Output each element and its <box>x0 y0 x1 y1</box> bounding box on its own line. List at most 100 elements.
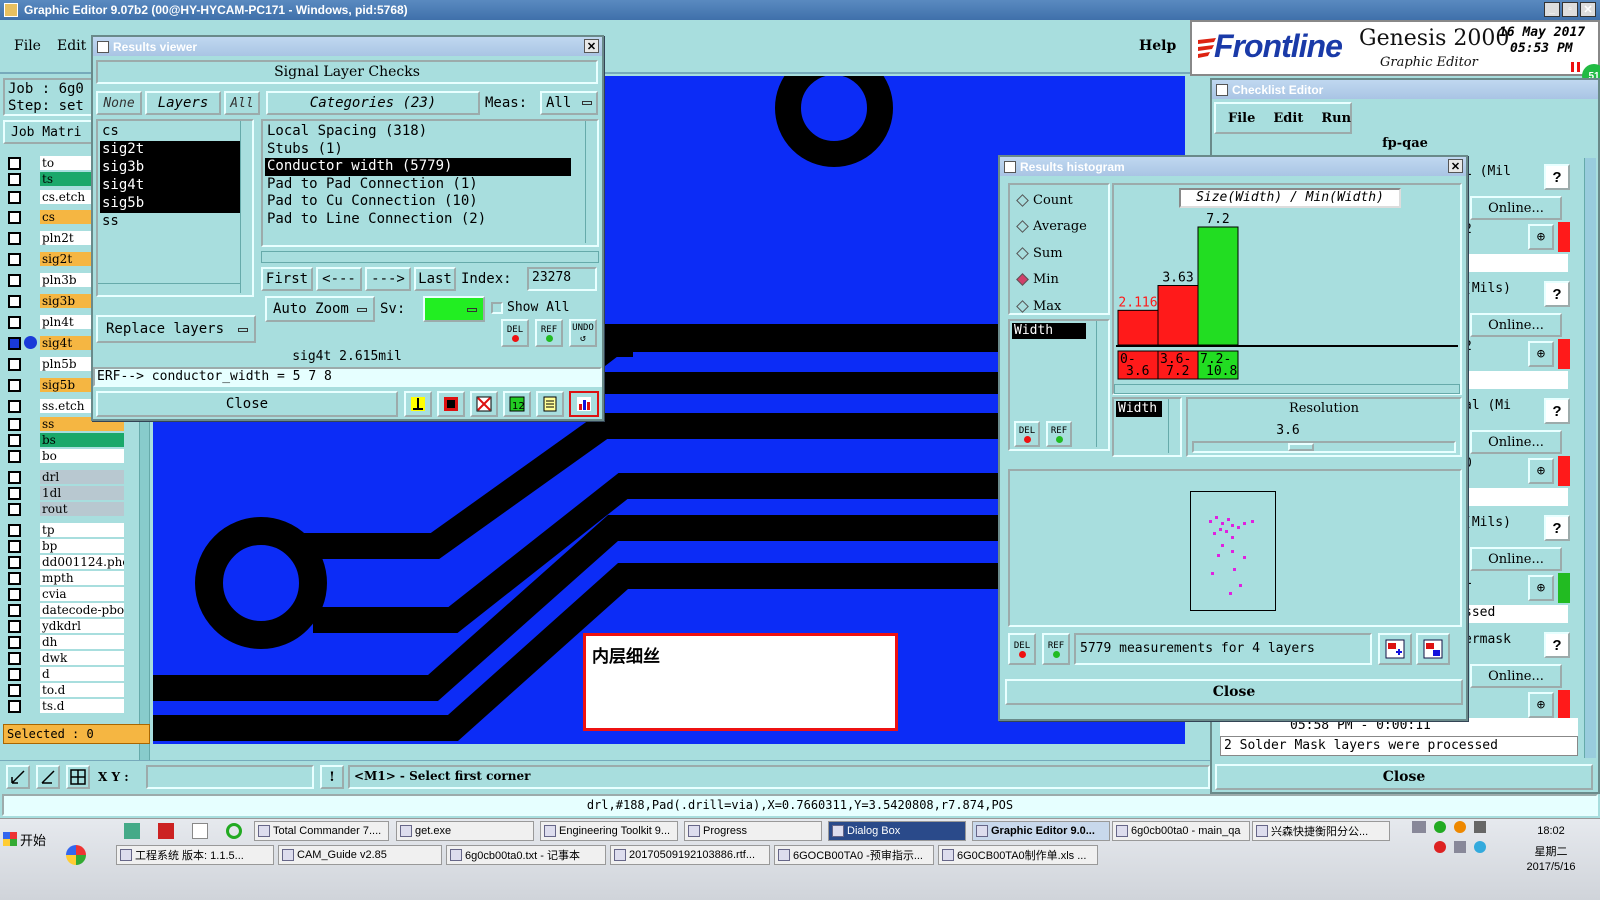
tool-delete-icon[interactable] <box>470 391 498 417</box>
category-scrollbar[interactable] <box>585 121 597 243</box>
category-item[interactable]: Stubs (1) <box>265 141 571 159</box>
distribution-map[interactable] <box>1190 491 1276 611</box>
tray-green-icon[interactable] <box>1434 821 1446 833</box>
help-question-icon[interactable]: ? <box>1544 281 1570 307</box>
results-layer-item[interactable]: sig5b <box>100 195 240 213</box>
all-layers-button[interactable]: All <box>224 91 260 115</box>
sv-color-select[interactable] <box>423 296 485 322</box>
layer-checkbox[interactable] <box>8 252 21 266</box>
tool-layer-icon[interactable] <box>437 391 465 417</box>
resolution-slider-handle[interactable] <box>1288 443 1314 451</box>
zoom-magnifier-icon[interactable]: ⊕ <box>1528 458 1554 484</box>
taskbar-item[interactable]: Engineering Toolkit 9... <box>540 821 678 841</box>
layer-row-dwk[interactable]: dwk <box>8 651 124 665</box>
layer-row-d[interactable]: d <box>8 667 124 681</box>
layer-checkbox[interactable] <box>8 486 21 500</box>
category-hscrollbar[interactable] <box>261 251 599 263</box>
prev-button[interactable]: <--- <box>316 267 362 291</box>
stat-option-min[interactable]: Min <box>1012 267 1108 294</box>
field-list-scrollbar[interactable] <box>1096 321 1108 447</box>
tray-red-icon[interactable] <box>1434 841 1446 853</box>
results-layer-item[interactable]: sig3b <box>100 159 240 177</box>
grid-icon[interactable] <box>66 765 90 789</box>
layer-checkbox[interactable] <box>8 156 21 170</box>
taskbar-item[interactable]: 工程系统 版本: 1.1.5... <box>116 845 274 865</box>
layer-row-1dl[interactable]: 1dl <box>8 486 124 500</box>
replace-layers-select[interactable]: Replace layers <box>96 315 256 343</box>
histogram-close-icon[interactable]: ✕ <box>1448 159 1463 173</box>
next-button[interactable]: ---> <box>365 267 411 291</box>
check-row-online-button[interactable]: Online... <box>1470 547 1562 571</box>
zoom-magnifier-icon[interactable]: ⊕ <box>1528 575 1554 601</box>
layers-button[interactable]: Layers <box>145 91 221 115</box>
meas-select[interactable]: All <box>540 91 598 115</box>
histogram-hscrollbar[interactable] <box>1114 384 1460 394</box>
layer-checkbox[interactable] <box>8 651 21 665</box>
taskbar-item[interactable]: 6g0cb00ta0.txt - 记事本 <box>446 845 606 865</box>
taskbar-item[interactable]: get.exe <box>396 821 534 841</box>
layer-checkbox[interactable] <box>8 523 21 537</box>
taskbar-item[interactable]: 6g0cb00ta0 - main_qa <box>1112 821 1250 841</box>
stat-option-sum[interactable]: Sum <box>1012 240 1108 267</box>
layer-checkbox[interactable] <box>8 635 21 649</box>
results-layer-hscrollbar[interactable] <box>98 283 240 295</box>
layer-checkbox[interactable] <box>8 210 21 224</box>
windows-orb-icon[interactable] <box>66 845 86 865</box>
help-question-icon[interactable]: ? <box>1544 164 1570 190</box>
results-layer-item[interactable]: sig4t <box>100 177 240 195</box>
layer-row-tp[interactable]: tp <box>8 523 124 537</box>
resolution-field-scrollbar[interactable] <box>1168 399 1180 453</box>
xy-input[interactable] <box>146 765 314 789</box>
del-button[interactable]: DEL <box>501 319 529 347</box>
taskbar-item[interactable]: 20170509192103886.rtf... <box>610 845 770 865</box>
results-close-button[interactable]: Close <box>96 391 398 417</box>
layer-row-bo[interactable]: bo <box>8 449 124 463</box>
hist-ref-button[interactable]: REF <box>1046 421 1072 447</box>
taskbar-item[interactable]: 兴森快捷衡阳分公... <box>1252 821 1390 841</box>
layer-checkbox[interactable] <box>8 619 21 633</box>
tool-report-icon[interactable] <box>536 391 564 417</box>
layer-checkbox[interactable] <box>8 357 21 371</box>
tray-orange-icon[interactable] <box>1454 821 1466 833</box>
layer-checkbox[interactable] <box>8 172 21 186</box>
ref-button[interactable]: REF <box>535 319 563 347</box>
checklist-menu-run[interactable]: Run <box>1321 111 1351 126</box>
category-item[interactable]: Pad to Line Connection (2) <box>265 211 571 229</box>
layer-checkbox[interactable] <box>8 587 21 601</box>
layer-checkbox[interactable] <box>8 539 21 553</box>
results-layer-item[interactable]: cs <box>100 123 240 141</box>
layer-row-datecode-pbo[interactable]: datecode-pbo <box>8 603 124 617</box>
layer-row-mpth[interactable]: mpth <box>8 571 124 585</box>
layer-checkbox[interactable] <box>8 336 21 350</box>
taskbar-item[interactable]: Total Commander 7.... <box>254 821 389 841</box>
layer-row-dh[interactable]: dh <box>8 635 124 649</box>
layer-checkbox[interactable] <box>8 555 21 569</box>
start-button[interactable]: 开始 <box>3 827 53 851</box>
layer-row-to-d[interactable]: to.d <box>8 683 124 697</box>
first-button[interactable]: First <box>261 267 313 291</box>
histogram-close-button[interactable]: Close <box>1005 679 1463 705</box>
layer-row-bs[interactable]: bs <box>8 433 124 447</box>
none-button[interactable]: None <box>96 91 142 115</box>
layer-row-bp[interactable]: bp <box>8 539 124 553</box>
export-chart-icon[interactable] <box>1378 633 1412 665</box>
layer-checkbox[interactable] <box>8 470 21 484</box>
category-item[interactable]: Pad to Cu Connection (10) <box>265 193 571 211</box>
layer-checkbox[interactable] <box>8 294 21 308</box>
layer-checkbox[interactable] <box>8 667 21 681</box>
hist-del-button[interactable]: DEL <box>1014 421 1040 447</box>
layer-checkbox[interactable] <box>8 190 21 204</box>
category-item[interactable]: Local Spacing (318) <box>265 123 571 141</box>
checklist-scrollbar[interactable] <box>1584 158 1596 758</box>
check-row-online-button[interactable]: Online... <box>1470 430 1562 454</box>
menu-help[interactable]: Help <box>1139 38 1176 54</box>
measure-icon[interactable] <box>36 765 60 789</box>
categories-button[interactable]: Categories (23) <box>266 91 480 115</box>
results-layer-scrollbar[interactable] <box>240 121 252 293</box>
stat-option-max[interactable]: Max <box>1012 293 1108 320</box>
quicklaunch-1-icon[interactable] <box>124 823 140 839</box>
map-view-icon[interactable] <box>1416 633 1450 665</box>
index-input[interactable]: 23278 <box>527 267 597 291</box>
quicklaunch-pdf-icon[interactable] <box>158 823 174 839</box>
layer-checkbox[interactable] <box>8 683 21 697</box>
